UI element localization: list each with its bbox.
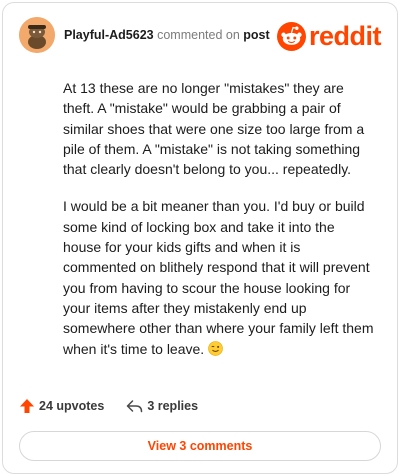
upvote-action[interactable]: 24 upvotes [19, 398, 104, 414]
commented-on-text: commented on [157, 28, 240, 42]
view-comments-button[interactable]: View 3 comments [19, 431, 381, 461]
post-link[interactable]: post [243, 28, 269, 42]
comment-header: Playful-Ad5623 commented on post reddit [19, 17, 382, 57]
reddit-alien-icon [276, 21, 306, 51]
user-avatar[interactable] [19, 17, 55, 53]
comment-paragraph-2-text: I would be a bit meaner than you. I'd bu… [63, 198, 374, 357]
upvote-arrow-icon [20, 399, 34, 413]
comment-card: Playful-Ad5623 commented on post reddit … [2, 2, 398, 474]
comment-body: At 13 these are no longer "mistakes" the… [63, 78, 375, 376]
upvote-count: 24 upvotes [39, 399, 105, 413]
comment-meta: Playful-Ad5623 commented on post [64, 28, 270, 42]
replies-action[interactable]: 3 replies [126, 398, 198, 414]
snoo-avatar-icon [19, 17, 55, 53]
reddit-logo[interactable]: reddit [276, 20, 382, 51]
reply-icon [127, 400, 143, 413]
reddit-wordmark: reddit [308, 20, 382, 51]
comment-actions: 24 upvotes 3 replies [19, 395, 198, 417]
replies-count: 3 replies [147, 399, 199, 413]
winking-face-emoji [208, 340, 223, 356]
comment-paragraph-2: I would be a bit meaner than you. I'd bu… [63, 196, 375, 358]
comment-paragraph-1: At 13 these are no longer "mistakes" the… [63, 80, 365, 178]
username-link[interactable]: Playful-Ad5623 [64, 28, 154, 42]
